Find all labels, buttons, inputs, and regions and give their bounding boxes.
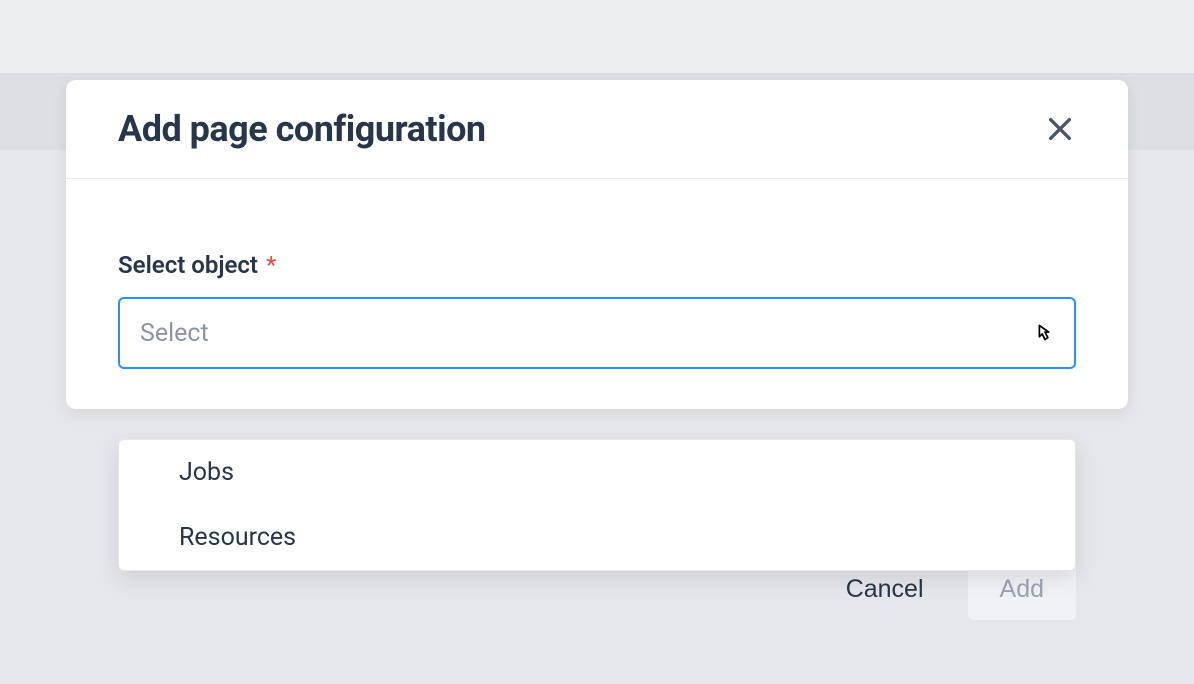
modal-title: Add page configuration <box>118 108 486 150</box>
select-object-dropdown: Jobs Resources <box>118 439 1076 571</box>
dropdown-option-jobs[interactable]: Jobs <box>119 440 1075 505</box>
close-button[interactable] <box>1040 109 1080 149</box>
modal-body: Select object * Select Cancel Add Jobs R… <box>66 179 1128 369</box>
close-icon <box>1044 113 1076 145</box>
top-bar <box>0 0 1194 74</box>
dropdown-option-resources[interactable]: Resources <box>119 505 1075 570</box>
required-marker: * <box>266 251 276 279</box>
pointer-cursor-icon <box>1030 318 1060 348</box>
modal-header: Add page configuration <box>66 80 1128 179</box>
field-label-row: Select object * <box>118 251 1076 297</box>
add-page-configuration-modal: Add page configuration Select object * S… <box>66 80 1128 409</box>
select-object-label: Select object <box>118 251 258 279</box>
select-placeholder: Select <box>140 319 209 348</box>
select-object-input[interactable]: Select <box>118 297 1076 369</box>
